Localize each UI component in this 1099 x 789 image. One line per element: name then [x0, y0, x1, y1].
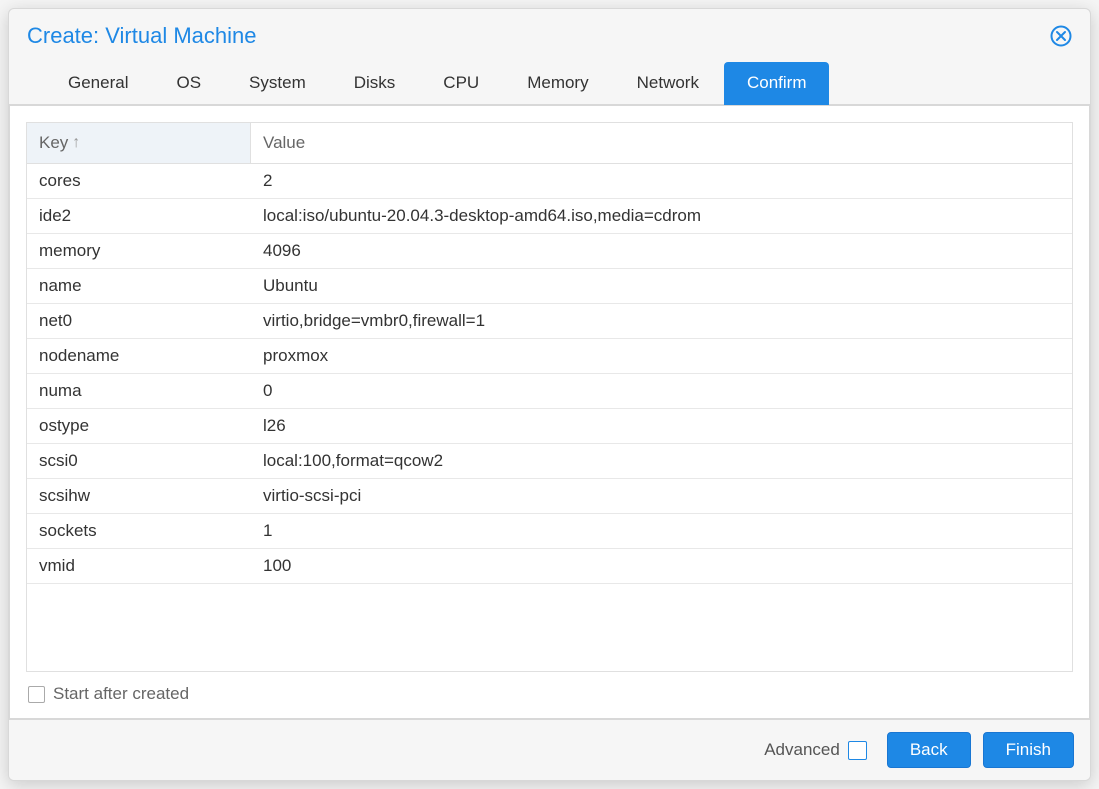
table-row[interactable]: ide2local:iso/ubuntu-20.04.3-desktop-amd…: [27, 199, 1072, 234]
cell-value: local:iso/ubuntu-20.04.3-desktop-amd64.i…: [251, 199, 1072, 233]
cell-value: virtio-scsi-pci: [251, 479, 1072, 513]
cell-key: scsihw: [27, 479, 251, 513]
tab-memory[interactable]: Memory: [504, 62, 611, 105]
dialog-footer: Advanced Back Finish: [9, 719, 1090, 780]
tab-general[interactable]: General: [45, 62, 151, 105]
cell-key: vmid: [27, 549, 251, 583]
table-row[interactable]: net0virtio,bridge=vmbr0,firewall=1: [27, 304, 1072, 339]
column-header-value-label: Value: [263, 133, 305, 153]
table-row[interactable]: scsi0local:100,format=qcow2: [27, 444, 1072, 479]
advanced-toggle[interactable]: Advanced: [764, 740, 867, 760]
tab-confirm[interactable]: Confirm: [724, 62, 830, 105]
content-area: Key ↑ Value cores2ide2local:iso/ubuntu-2…: [9, 105, 1090, 719]
table-row[interactable]: nodenameproxmox: [27, 339, 1072, 374]
tab-system[interactable]: System: [226, 62, 329, 105]
table-row[interactable]: memory4096: [27, 234, 1072, 269]
sort-ascending-icon: ↑: [72, 134, 80, 152]
cell-key: cores: [27, 164, 251, 198]
column-header-key[interactable]: Key ↑: [27, 123, 251, 163]
tab-disks[interactable]: Disks: [331, 62, 419, 105]
cell-key: memory: [27, 234, 251, 268]
tab-os[interactable]: OS: [153, 62, 224, 105]
table-row[interactable]: nameUbuntu: [27, 269, 1072, 304]
column-header-key-label: Key: [39, 133, 68, 153]
cell-value: virtio,bridge=vmbr0,firewall=1: [251, 304, 1072, 338]
finish-button[interactable]: Finish: [983, 732, 1074, 768]
tab-network[interactable]: Network: [614, 62, 722, 105]
start-after-label: Start after created: [53, 684, 189, 704]
cell-value: proxmox: [251, 339, 1072, 373]
table-row[interactable]: cores2: [27, 164, 1072, 199]
dialog-title: Create: Virtual Machine: [27, 23, 257, 49]
content-inner: Key ↑ Value cores2ide2local:iso/ubuntu-2…: [10, 106, 1089, 718]
table-row[interactable]: ostypel26: [27, 409, 1072, 444]
cell-key: scsi0: [27, 444, 251, 478]
table-row[interactable]: scsihwvirtio-scsi-pci: [27, 479, 1072, 514]
cell-key: nodename: [27, 339, 251, 373]
cell-value: 2: [251, 164, 1072, 198]
cell-value: 4096: [251, 234, 1072, 268]
table-row[interactable]: numa0: [27, 374, 1072, 409]
cell-key: sockets: [27, 514, 251, 548]
cell-value: 100: [251, 549, 1072, 583]
cell-value: l26: [251, 409, 1072, 443]
cell-value: Ubuntu: [251, 269, 1072, 303]
cell-value: local:100,format=qcow2: [251, 444, 1072, 478]
cell-value: 0: [251, 374, 1072, 408]
cell-key: ide2: [27, 199, 251, 233]
table-row[interactable]: sockets1: [27, 514, 1072, 549]
advanced-label: Advanced: [764, 740, 840, 760]
advanced-checkbox[interactable]: [848, 741, 867, 760]
cell-key: net0: [27, 304, 251, 338]
create-vm-dialog: Create: Virtual Machine GeneralOSSystemD…: [8, 8, 1091, 781]
cell-key: name: [27, 269, 251, 303]
back-button[interactable]: Back: [887, 732, 971, 768]
tab-cpu[interactable]: CPU: [420, 62, 502, 105]
cell-key: ostype: [27, 409, 251, 443]
wizard-tabs: GeneralOSSystemDisksCPUMemoryNetworkConf…: [9, 57, 1090, 105]
start-after-created[interactable]: Start after created: [26, 682, 1073, 710]
cell-key: numa: [27, 374, 251, 408]
table-body: cores2ide2local:iso/ubuntu-20.04.3-deskt…: [27, 164, 1072, 671]
dialog-header: Create: Virtual Machine: [9, 9, 1090, 57]
summary-table: Key ↑ Value cores2ide2local:iso/ubuntu-2…: [26, 122, 1073, 672]
table-header: Key ↑ Value: [27, 123, 1072, 164]
start-after-checkbox[interactable]: [28, 686, 45, 703]
cell-value: 1: [251, 514, 1072, 548]
column-header-value[interactable]: Value: [251, 123, 1072, 163]
close-icon[interactable]: [1050, 25, 1072, 47]
table-row[interactable]: vmid100: [27, 549, 1072, 584]
